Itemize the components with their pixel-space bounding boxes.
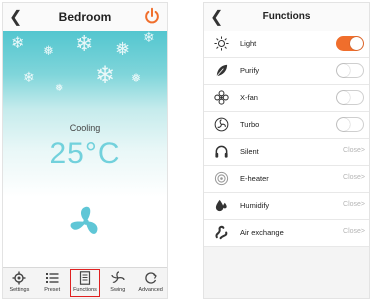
status-text: Close> — [343, 201, 365, 208]
bottom-tab-bar: Settings Preset Functions Swing Advanced — [3, 267, 167, 298]
header-bar: ❮ Functions — [204, 3, 369, 32]
light-toggle[interactable] — [336, 36, 364, 51]
x-fan-toggle[interactable] — [336, 90, 364, 105]
leaf-icon — [216, 64, 228, 77]
tab-advanced[interactable]: Advanced — [134, 268, 167, 298]
droplet-icon — [215, 199, 227, 212]
function-row-x-fan[interactable]: X-fan — [204, 85, 369, 112]
function-label: Turbo — [240, 120, 260, 129]
snowflake-icon: ❅ — [115, 39, 131, 59]
gear-icon — [12, 271, 26, 285]
function-label: Air exchange — [240, 228, 284, 237]
bedroom-screen: ❮ Bedroom ❄ ❅ ❄ ❅ ❄ ❄ ❄ ❅ ❅ Cooling 25°C — [2, 2, 168, 299]
snowflake-icon: ❅ — [43, 43, 54, 58]
snowflake-background: ❄ ❅ ❄ ❅ ❄ ❄ ❄ ❅ ❅ — [3, 31, 167, 109]
document-icon — [79, 271, 91, 285]
tab-label: Settings — [9, 287, 30, 293]
functions-list: Light Purify X-fan Turbo Silent Close> E… — [204, 31, 369, 247]
function-row-purify[interactable]: Purify — [204, 58, 369, 85]
screen-title: Functions — [262, 11, 311, 22]
snowflake-icon: ❄ — [11, 35, 25, 52]
status-text: Close> — [343, 174, 365, 181]
purify-toggle[interactable] — [336, 63, 364, 78]
function-label: Humidify — [240, 201, 270, 210]
turbo-icon — [214, 117, 229, 132]
headphones-icon — [215, 145, 228, 158]
fan-icon — [214, 90, 229, 105]
functions-screen: ❮ Functions Light Purify X-fan Turbo Sil… — [203, 2, 370, 299]
toggle-knob — [337, 91, 350, 104]
list-icon — [46, 273, 59, 283]
function-row-air-exchange[interactable]: Air exchange Close> — [204, 220, 369, 247]
tab-swing[interactable]: Swing — [101, 268, 134, 298]
tab-label: Preset — [44, 287, 61, 293]
snowflake-icon: ❅ — [55, 83, 64, 94]
snowflake-icon: ❄ — [23, 69, 35, 85]
heater-icon — [214, 171, 229, 186]
function-label: Purify — [240, 66, 260, 75]
status-text: Close> — [343, 228, 365, 235]
snowflake-icon: ❄ — [95, 62, 116, 89]
function-label: X-fan — [240, 93, 258, 102]
toggle-knob — [337, 64, 350, 77]
header-bar: ❮ Bedroom — [3, 3, 167, 32]
tab-preset[interactable]: Preset — [36, 268, 69, 298]
snowflake-icon: ❄ — [75, 31, 94, 56]
tab-label: Swing — [110, 287, 126, 293]
snowflake-icon: ❅ — [131, 71, 142, 85]
sun-icon — [214, 36, 229, 51]
power-icon[interactable] — [143, 7, 161, 25]
function-row-light[interactable]: Light — [204, 31, 369, 58]
mode-label: Cooling — [69, 123, 101, 133]
function-row-humidify[interactable]: Humidify Close> — [204, 193, 369, 220]
function-row-e-heater[interactable]: E-heater Close> — [204, 166, 369, 193]
function-label: Silent — [240, 147, 259, 156]
refresh-icon — [144, 272, 157, 284]
status-area — [3, 109, 167, 269]
tab-functions[interactable]: Functions — [69, 268, 102, 298]
snowflake-icon: ❄ — [143, 31, 155, 45]
fan-icon[interactable] — [67, 203, 105, 241]
function-label: E-heater — [240, 174, 269, 183]
swing-icon — [111, 271, 125, 283]
toggle-knob — [337, 118, 350, 131]
tab-label: Functions — [73, 287, 97, 293]
toggle-knob — [350, 37, 363, 50]
tab-label: Advanced — [138, 287, 163, 293]
function-label: Light — [240, 39, 257, 48]
status-text: Close> — [343, 147, 365, 154]
function-row-silent[interactable]: Silent Close> — [204, 139, 369, 166]
temperature-display: 25°C — [49, 137, 121, 170]
tab-settings[interactable]: Settings — [3, 268, 36, 298]
function-row-turbo[interactable]: Turbo — [204, 112, 369, 139]
turbo-toggle[interactable] — [336, 117, 364, 132]
air-exchange-icon — [215, 225, 228, 240]
